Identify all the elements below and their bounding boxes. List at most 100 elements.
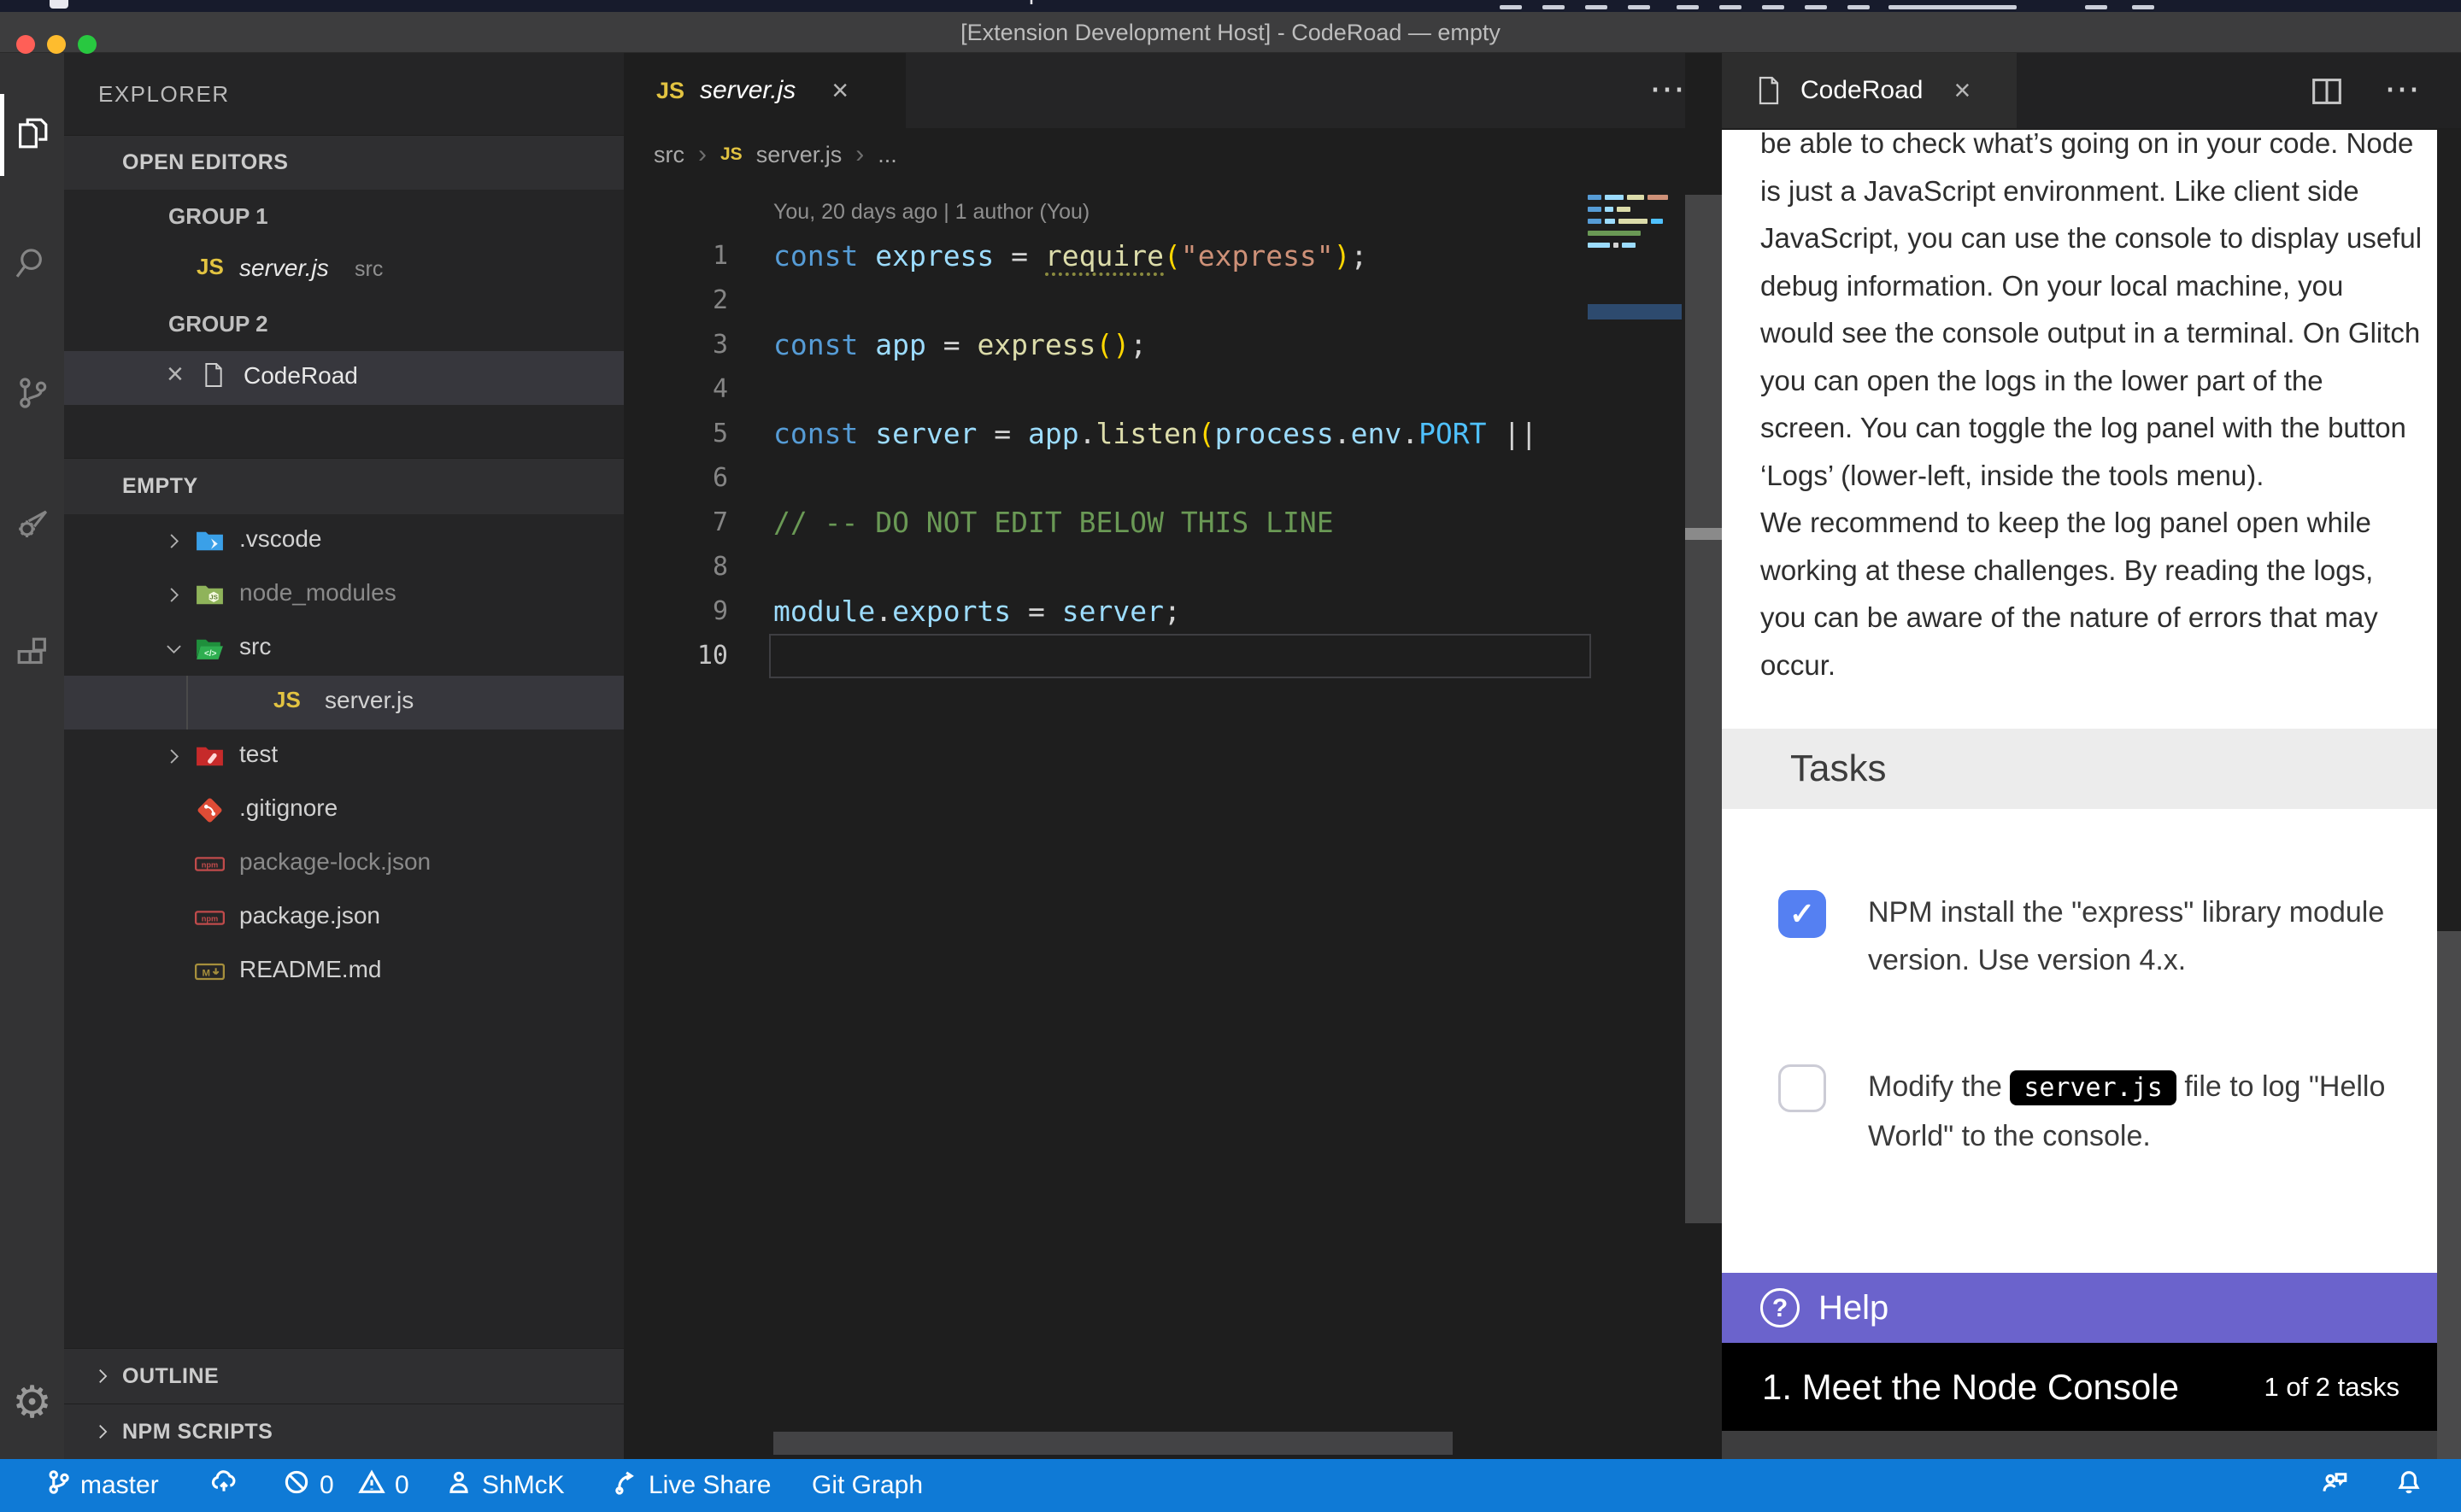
code-line-5: const server = app.listen(process.env.PO… — [773, 412, 1589, 456]
menu-item-edit[interactable]: Edit — [275, 0, 316, 5]
webview-scrollbar[interactable] — [2437, 128, 2461, 1459]
error-icon — [282, 1468, 311, 1503]
activity-explorer-button[interactable] — [0, 94, 64, 176]
statusbar-0[interactable]: 0 — [357, 1459, 409, 1512]
open-editor-coderoad[interactable]: ×CodeRoad — [64, 351, 624, 405]
editor-group-1: JS server.js × ⋯ src › JS server.js › ..… — [624, 53, 1722, 1459]
task-text-1: NPM install the "express" library module… — [1868, 888, 2415, 984]
breadcrumb: src › JS server.js › ... — [654, 128, 897, 181]
tree-item-src[interactable]: </>src — [64, 622, 624, 676]
tree-item-node_modules[interactable]: JSnode_modules — [64, 568, 624, 622]
statusbar-master[interactable]: master — [43, 1459, 159, 1512]
task-progress-badge: 1 of 2 tasks — [2264, 1343, 2399, 1431]
split-editor-icon[interactable] — [2307, 72, 2346, 111]
source-control-icon — [13, 373, 52, 417]
statusbar-feedback-icon[interactable] — [2320, 1459, 2349, 1512]
chevron-right-icon — [162, 583, 185, 607]
codelens-annotation[interactable]: You, 20 days ago | 1 author (You) — [773, 200, 1090, 225]
tasks-header: Tasks — [1722, 729, 2437, 809]
npm-icon: npm — [194, 902, 226, 934]
svg-text:</>: </> — [204, 649, 217, 659]
scrollbar-thumb[interactable] — [2437, 931, 2461, 1459]
cloud-upload-icon — [209, 1468, 238, 1503]
statusbar-live-share[interactable]: Live Share — [611, 1459, 771, 1512]
feedback-icon — [2320, 1468, 2349, 1503]
close-icon[interactable]: × — [831, 74, 849, 108]
task-checkbox-2[interactable] — [1778, 1064, 1826, 1112]
breadcrumb-symbol[interactable]: ... — [878, 142, 897, 168]
editor-scrollbar[interactable] — [1685, 53, 1722, 1459]
section-outline[interactable]: OUTLINE — [64, 1348, 624, 1404]
code-line-4 — [773, 367, 1589, 412]
breadcrumb-src[interactable]: src — [654, 142, 684, 168]
menu-item-terminal[interactable]: Terminal — [738, 0, 829, 5]
menu-item-file[interactable]: File — [197, 0, 236, 5]
gear-icon[interactable]: ⚙ — [0, 1362, 64, 1444]
coderoad-more-icon[interactable]: ⋯ — [2384, 53, 2423, 128]
chevron-down-icon — [91, 152, 114, 174]
activity-search-button[interactable] — [0, 224, 64, 306]
menu-item-selection[interactable]: Selection — [355, 0, 454, 5]
menu-item-help[interactable]: Help — [993, 0, 1043, 5]
menu-items: Code File Edit Selection View Go Run Terminal Wi… — [101, 0, 1042, 5]
activity-extensions-button[interactable] — [0, 613, 64, 695]
statusbar-0[interactable]: 0 — [282, 1459, 334, 1512]
editor-name: server.js — [239, 255, 329, 282]
task-checkbox-1[interactable]: ✓ — [1778, 890, 1826, 938]
apple-logo-icon[interactable] — [50, 0, 68, 9]
editor-gutter[interactable]: 12345678910 — [649, 234, 728, 678]
tree-item--gitignore[interactable]: .gitignore — [64, 783, 624, 837]
tree-item-server-js[interactable]: JSserver.js — [64, 676, 624, 730]
tree-item-package-json[interactable]: npmpackage.json — [64, 891, 624, 945]
tree-item-label: server.js — [325, 687, 414, 714]
status-bar: master 00 ShMcK Live Share Git Graph — [0, 1459, 2461, 1512]
horizontal-scrollbar[interactable] — [773, 1432, 1453, 1455]
editor-detail: src — [355, 257, 383, 282]
activity-source-control-button[interactable] — [0, 354, 64, 436]
current-line-highlight — [769, 634, 1591, 678]
breadcrumb-file[interactable]: server.js — [756, 142, 843, 168]
tab-server-js[interactable]: JS server.js × — [624, 53, 906, 128]
help-banner[interactable]: ? Help — [1722, 1273, 2437, 1343]
tree-item-readme-md[interactable]: MREADME.md — [64, 945, 624, 999]
bell-icon — [2394, 1468, 2423, 1503]
open-editors-header[interactable]: OPEN EDITORS — [64, 135, 624, 190]
chevron-right-icon — [162, 745, 185, 768]
activity-run-debug-button[interactable] — [0, 483, 64, 566]
extensions-icon — [13, 633, 52, 677]
statusbar-cloud-upload-icon[interactable] — [209, 1459, 238, 1512]
tree-item-label: .gitignore — [239, 794, 338, 822]
close-icon[interactable]: × — [167, 358, 184, 391]
tab-coderoad[interactable]: CodeRoad × — [1722, 53, 2017, 128]
menu-item-window[interactable]: Window — [868, 0, 954, 5]
section-npm-scripts[interactable]: NPM SCRIPTS — [64, 1404, 624, 1459]
close-icon[interactable]: × — [1953, 74, 1971, 108]
explorer-sidebar: EXPLORER OPEN EDITORS GROUP 1JSserver.js… — [64, 53, 624, 1459]
js-file-icon: JS — [720, 144, 743, 165]
lesson-footer[interactable]: 1. Meet the Node Console 1 of 2 tasks — [1722, 1343, 2437, 1431]
tree-item-label: README.md — [239, 956, 381, 983]
menu-item-view[interactable]: View — [494, 0, 545, 5]
tree-item-test[interactable]: test — [64, 730, 624, 783]
statusbar-git-graph[interactable]: Git Graph — [812, 1459, 923, 1512]
tree-item-label: package-lock.json — [239, 848, 431, 876]
open-editor-server-js[interactable]: JS server.js src — [64, 243, 624, 297]
statusbar-shmck[interactable]: ShMcK — [444, 1459, 565, 1512]
menu-item-run[interactable]: Run — [655, 0, 699, 5]
minimap[interactable] — [1588, 190, 1682, 343]
menu-item-go[interactable]: Go — [584, 0, 616, 5]
window-title-bar[interactable]: [Extension Development Host] - CodeRoad … — [0, 12, 2461, 53]
menu-item-code[interactable]: Code — [101, 0, 158, 5]
js-icon: JS — [197, 254, 224, 280]
code-editor-text[interactable]: const express = require("express"); cons… — [773, 234, 1589, 678]
tree-item--vscode[interactable]: .vscode — [64, 514, 624, 568]
npm-icon: npm — [194, 848, 226, 880]
question-icon: ? — [1760, 1288, 1800, 1327]
tree-item-package-lock-json[interactable]: npm package-lock.json — [64, 837, 624, 891]
editor-actions-more-icon[interactable]: ⋯ — [1649, 53, 1688, 128]
coderoad-webview: be able to check what’s going on in your… — [1722, 130, 2437, 1273]
tutorial-text: be able to check what’s going on in your… — [1760, 130, 2423, 689]
test-folder-icon — [194, 741, 226, 772]
folder-section-header[interactable]: EMPTY — [64, 458, 624, 514]
statusbar-bell-icon[interactable] — [2394, 1459, 2423, 1512]
